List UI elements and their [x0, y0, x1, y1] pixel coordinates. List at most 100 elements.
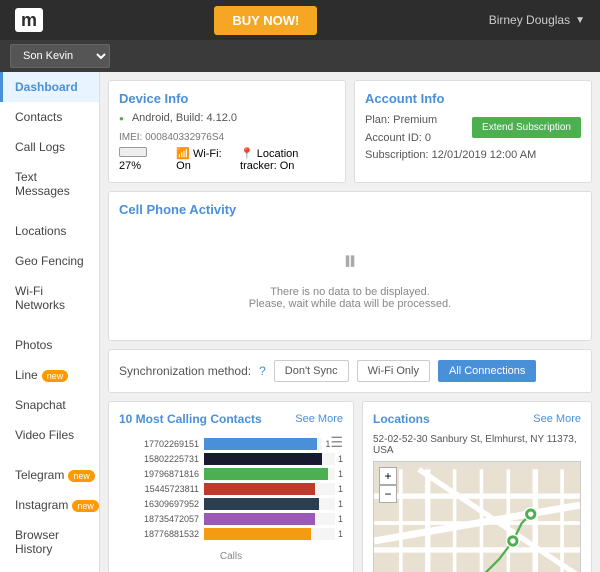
user-menu[interactable]: Birney Douglas ▼	[489, 13, 585, 27]
bar	[204, 498, 319, 510]
extend-subscription-button[interactable]: Extend Subscription	[472, 117, 581, 138]
sidebar-item-contacts[interactable]: Contacts	[0, 102, 99, 132]
sidebar-item-video-files[interactable]: Video Files	[0, 420, 99, 450]
bottom-row: 10 Most Calling Contacts See More ☰ 1770…	[108, 401, 592, 572]
wifi-icon: 📶	[176, 148, 190, 160]
zoom-out-button[interactable]: −	[379, 485, 397, 503]
calling-contacts-see-more[interactable]: See More	[295, 413, 343, 425]
device-imei: IMEI: 000840332976S4	[119, 132, 224, 143]
dont-sync-button[interactable]: Don't Sync	[274, 360, 349, 382]
bar	[204, 513, 315, 525]
bar	[204, 528, 311, 540]
device-info-title: Device Info	[119, 91, 335, 106]
table-row: 18735472057 1	[119, 513, 343, 525]
device-os-row: ● Android, Build: 4.12.0 IMEI: 000840332…	[119, 112, 335, 143]
badge: new	[42, 370, 69, 382]
sidebar-item-call-logs[interactable]: Call Logs	[0, 132, 99, 162]
bar-count: 1	[338, 484, 343, 494]
map-container: + − Leaflet | © Tiles Courtesy of MapQue…	[373, 461, 581, 572]
bars-container: 17702269151 1 15802225731 1 19796871816 …	[119, 434, 343, 547]
wifi-only-button[interactable]: Wi-Fi Only	[357, 360, 430, 382]
locations-header: Locations See More	[373, 412, 581, 426]
bar-count: 1	[338, 499, 343, 509]
bar-label: 17702269151	[119, 439, 204, 449]
location-icon: 📍	[240, 148, 254, 160]
badge: new	[68, 470, 95, 482]
bar-label: 18776881532	[119, 529, 204, 539]
bar-count: 1	[338, 514, 343, 524]
sidebar-divider	[0, 206, 99, 216]
sync-card: Synchronization method: ? Don't Sync Wi-…	[108, 349, 592, 393]
location-address: 52-02-52-30 Sanbury St, Elmhurst, NY 113…	[373, 434, 581, 456]
bar	[204, 453, 322, 465]
bar-label: 19796871816	[119, 469, 204, 479]
sidebar-item-emails[interactable]: Emails	[0, 564, 99, 572]
sidebar-divider	[0, 450, 99, 460]
sidebar-item-text-messages[interactable]: Text Messages	[0, 162, 99, 206]
sidebar-item-instagram[interactable]: Instagramnew	[0, 490, 99, 520]
bar-count: 1	[338, 454, 343, 464]
chevron-down-icon: ▼	[575, 15, 585, 26]
table-row: 16309697952 1	[119, 498, 343, 510]
sync-row: Synchronization method: ? Don't Sync Wi-…	[119, 360, 581, 382]
bar-count: 1	[338, 529, 343, 539]
sidebar-item-dashboard[interactable]: Dashboard	[0, 72, 99, 102]
table-row: 18776881532 1	[119, 528, 343, 540]
bar	[204, 468, 328, 480]
calls-label: Calls	[119, 551, 343, 562]
all-connections-button[interactable]: All Connections	[438, 360, 536, 382]
sidebar-item-locations[interactable]: Locations	[0, 216, 99, 246]
sidebar: DashboardContactsCall LogsText Messages L…	[0, 72, 100, 572]
logo-icon: m	[15, 8, 43, 32]
bar-label: 18735472057	[119, 514, 204, 524]
sidebar-item-photos[interactable]: Photos	[0, 330, 99, 360]
map-zoom: + −	[379, 467, 397, 503]
account-info-card: Account Info Extend Subscription Plan: P…	[354, 80, 592, 183]
device-info-items: 27% 📶 Wi-Fi: On 📍 Location tracker: On	[119, 147, 335, 172]
bar-wrap	[204, 483, 335, 495]
top-cards: Device Info ● Android, Build: 4.12.0 IME…	[108, 80, 592, 191]
sidebar-item-browser-history[interactable]: Browser History	[0, 520, 99, 564]
buy-now-button[interactable]: BUY NOW!	[214, 6, 317, 35]
bar-wrap	[204, 453, 335, 465]
sidebar-item-geo-fencing[interactable]: Geo Fencing	[0, 246, 99, 276]
sidebar-item-wi-fi-networks[interactable]: Wi-Fi Networks	[0, 276, 99, 320]
wifi-status: 📶 Wi-Fi: On	[176, 147, 228, 172]
bar	[204, 483, 315, 495]
device-info-card: Device Info ● Android, Build: 4.12.0 IME…	[108, 80, 346, 183]
activity-content: ⏸ There is no data to be displayed. Plea…	[119, 225, 581, 330]
wait-text: Please, wait while data will be processe…	[119, 298, 581, 310]
bar-count: 1	[325, 439, 330, 449]
sidebar-item-line[interactable]: Linenew	[0, 360, 99, 390]
battery-pct: 27%	[119, 160, 141, 172]
bar-label: 15802225731	[119, 454, 204, 464]
bar-wrap	[204, 438, 322, 450]
no-data-text: There is no data to be displayed.	[119, 286, 581, 298]
zoom-in-button[interactable]: +	[379, 467, 397, 485]
sidebar-item-telegram[interactable]: Telegramnew	[0, 460, 99, 490]
bar-wrap	[204, 513, 335, 525]
badge: new	[72, 500, 99, 512]
sidebar-divider	[0, 320, 99, 330]
os-dot: ●	[119, 114, 124, 123]
bar-label: 15445723811	[119, 484, 204, 494]
device-selector[interactable]: Son Kevin	[10, 44, 110, 68]
logo: m	[15, 9, 43, 32]
main-content: Device Info ● Android, Build: 4.12.0 IME…	[100, 72, 600, 572]
calling-contacts-title: 10 Most Calling Contacts	[119, 412, 262, 426]
locations-card: Locations See More 52-02-52-30 Sanbury S…	[362, 401, 592, 572]
cell-phone-activity-title: Cell Phone Activity	[119, 202, 581, 217]
calling-contacts-card: 10 Most Calling Contacts See More ☰ 1770…	[108, 401, 354, 572]
pause-icon: ⏸	[119, 245, 581, 278]
sub-header: Son Kevin	[0, 40, 600, 72]
table-row: 15445723811 1	[119, 483, 343, 495]
hamburger-icon[interactable]: ☰	[330, 434, 343, 451]
bar-wrap	[204, 498, 335, 510]
user-name: Birney Douglas	[489, 13, 570, 27]
locations-see-more[interactable]: See More	[533, 413, 581, 425]
device-os: Android, Build: 4.12.0	[132, 112, 237, 124]
sync-help-icon[interactable]: ?	[259, 364, 266, 378]
sidebar-item-snapchat[interactable]: Snapchat	[0, 390, 99, 420]
bar-wrap	[204, 528, 335, 540]
main-layout: DashboardContactsCall LogsText Messages L…	[0, 72, 600, 572]
